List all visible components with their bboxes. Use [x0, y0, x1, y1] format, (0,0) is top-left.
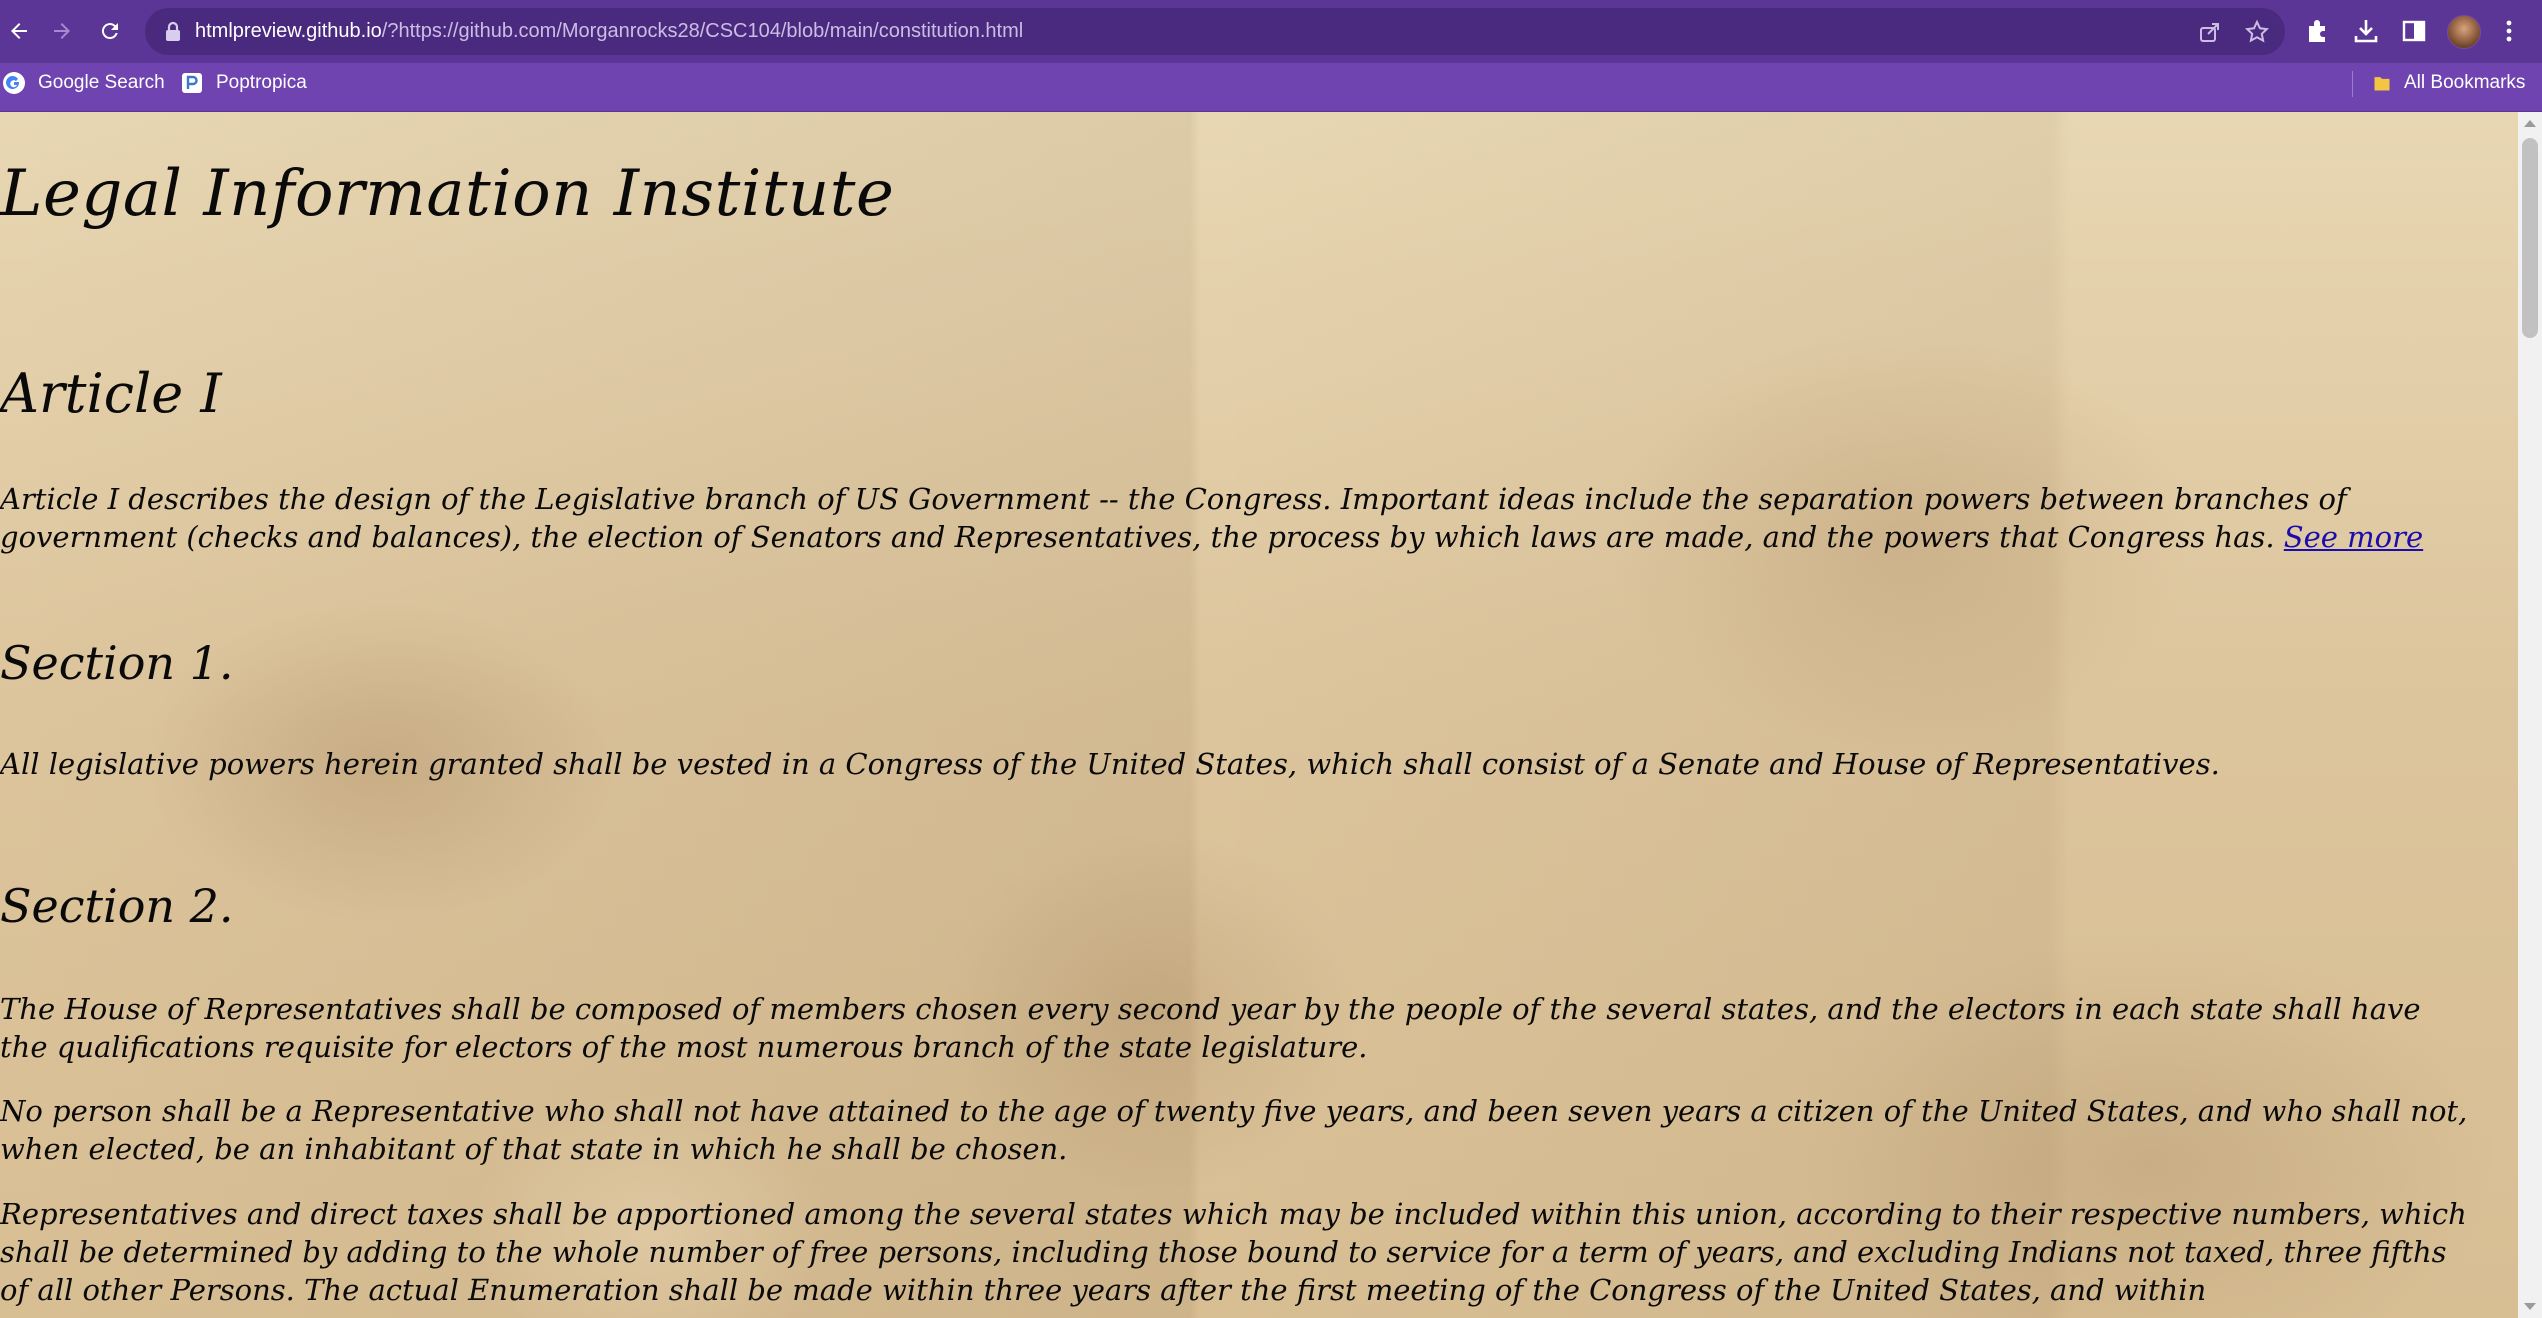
bookmark-poptropica[interactable]: Poptropica — [180, 63, 307, 103]
url-host: htmlpreview.github.io — [195, 20, 382, 42]
section2-paragraph: The House of Representatives shall be co… — [0, 992, 2421, 1064]
article-summary-text: Article I describes the design of the Le… — [0, 482, 2347, 554]
bookmarks-divider — [2352, 71, 2353, 97]
section2-heading: Section 2. — [0, 879, 234, 933]
google-icon — [3, 72, 25, 94]
lock-icon[interactable] — [163, 21, 183, 42]
bookmark-star-icon[interactable] — [2244, 19, 2270, 45]
article-heading: Article I — [0, 362, 222, 425]
download-icon[interactable] — [2351, 16, 2381, 46]
section1-text: All legislative powers herein granted sh… — [0, 747, 2220, 781]
page-title: Legal Information Institute — [0, 157, 895, 231]
browser-toolbar: htmlpreview.github.io/?https://github.co… — [0, 0, 2542, 63]
section1-heading: Section 1. — [0, 636, 234, 690]
url-path: /?https://github.com/Morganrocks28/CSC10… — [381, 20, 1024, 42]
forward-button[interactable] — [43, 12, 81, 50]
all-bookmarks-label: All Bookmarks — [2404, 72, 2526, 93]
article-summary: Article I describes the design of the Le… — [0, 480, 2470, 556]
bookmark-google-search[interactable]: Google Search — [2, 63, 165, 103]
forward-arrow-icon — [54, 23, 70, 39]
section2-paragraph: Representatives and direct taxes shall b… — [0, 1197, 2467, 1307]
all-bookmarks-button[interactable]: All Bookmarks — [2372, 63, 2525, 103]
extensions-puzzle-icon[interactable] — [2303, 16, 2333, 46]
bookmarks-bar: Google Search Poptropica All Bookmarks — [0, 63, 2542, 112]
see-more-link[interactable]: See more — [2284, 520, 2423, 554]
scrollbar-thumb[interactable] — [2522, 138, 2538, 338]
address-bar[interactable]: htmlpreview.github.io/?https://github.co… — [145, 8, 2285, 55]
back-arrow-icon — [11, 23, 27, 39]
reload-icon — [101, 23, 118, 40]
reload-button[interactable] — [91, 12, 129, 50]
side-panel-icon[interactable] — [2399, 16, 2429, 46]
profile-avatar[interactable] — [2447, 15, 2481, 49]
scroll-up-arrow-icon[interactable] — [2524, 120, 2536, 127]
back-button[interactable] — [0, 12, 38, 50]
poptropica-icon — [182, 73, 202, 93]
scroll-down-arrow-icon[interactable] — [2524, 1303, 2536, 1310]
vertical-scrollbar[interactable] — [2518, 112, 2542, 1318]
url-text[interactable]: htmlpreview.github.io/?https://github.co… — [195, 8, 1023, 55]
page-viewport: Legal Information Institute Article I Ar… — [0, 112, 2518, 1318]
bookmark-label: Poptropica — [216, 72, 307, 93]
share-icon[interactable] — [2197, 19, 2223, 45]
folder-icon — [2374, 77, 2390, 91]
bookmark-label: Google Search — [38, 72, 165, 93]
section2-paragraph: No person shall be a Representative who … — [0, 1094, 2468, 1166]
menu-kebab-icon[interactable] — [2494, 16, 2524, 46]
